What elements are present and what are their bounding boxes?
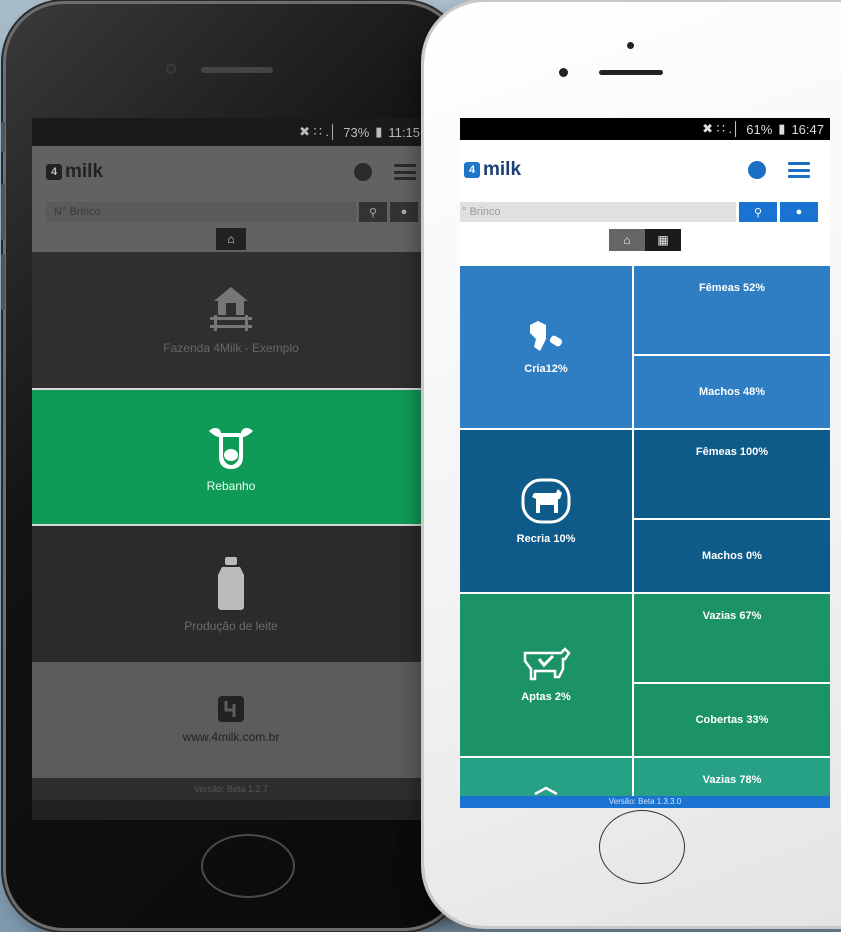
clock: 16:47 <box>791 121 824 137</box>
version-label: Versão: Beta 1.2.7 <box>32 778 430 800</box>
mute-switch <box>1 122 5 152</box>
tile-herd[interactable]: Rebanho <box>32 388 430 526</box>
earpiece-speaker <box>599 70 663 75</box>
app-header: 4 milk <box>460 140 830 200</box>
battery-icon: ▮ <box>778 121 786 136</box>
logo-text: milk <box>65 161 104 182</box>
battery-percent: 61% <box>746 121 773 137</box>
version-label: Versão: Beta 1.3.3.0 <box>460 796 830 808</box>
subcategory-machos[interactable]: Machos 48% <box>634 356 830 428</box>
milk-can-icon <box>218 557 244 610</box>
category-recria[interactable]: Recria 10% <box>460 430 634 592</box>
tile-label: Produção de leite <box>184 619 278 633</box>
category-label: Cria12% <box>524 363 568 375</box>
battery-icon: ▮ <box>375 124 383 139</box>
category-row-recria: Recria 10% Fêmeas 100% Machos 0% <box>460 430 830 594</box>
globe-icon[interactable] <box>748 161 766 179</box>
front-camera <box>559 68 568 77</box>
tile-farm[interactable]: Fazenda 4Milk - Exemplo <box>32 252 430 388</box>
search-icon[interactable]: ⚲ <box>359 202 387 222</box>
subcategory-cobertas[interactable]: Cobertas 33% <box>634 684 830 756</box>
cow-head-icon <box>209 427 253 469</box>
category-row-cria: Cria12% Fêmeas 52% Machos 48% <box>460 266 830 430</box>
tile-milk-production[interactable]: Produção de leite <box>32 526 430 662</box>
category-row-aptas: Aptas 2% Vazias 67% Cobertas 33% <box>460 594 830 758</box>
young-cow-icon <box>521 478 571 524</box>
search-bar: ° Brinco ⚲ ● <box>460 200 830 224</box>
search-input[interactable]: N° Brinco <box>46 202 356 222</box>
search-bar: N° Brinco ⚲ ● <box>32 198 430 226</box>
cow-icon <box>534 786 558 796</box>
category-label: Aptas 2% <box>521 691 571 703</box>
subcategory-machos[interactable]: Machos 0% <box>634 520 830 592</box>
category-aptas[interactable]: Aptas 2% <box>460 594 634 756</box>
tile-label: Fazenda 4Milk - Exemplo <box>163 341 299 355</box>
website-link[interactable]: www.4milk.com.br <box>183 730 280 744</box>
globe-icon[interactable] <box>354 163 372 181</box>
status-icons: ✖ ∷ .│ <box>299 124 338 139</box>
category-label: Recria 10% <box>516 533 576 545</box>
hamburger-menu-icon[interactable] <box>394 164 416 180</box>
hamburger-menu-icon[interactable] <box>788 162 810 178</box>
subcategory-femeas[interactable]: Fêmeas 52% <box>634 266 830 356</box>
4milk-logo-icon <box>218 696 244 722</box>
clock: 11:15 <box>388 124 420 140</box>
home-tab-bar: ⌂ <box>32 226 430 252</box>
battery-percent: 73% <box>343 124 370 140</box>
microphone-icon[interactable]: ● <box>780 202 818 222</box>
home-icon[interactable]: ⌂ <box>216 228 246 250</box>
logo-mark-icon: 4 <box>46 164 62 180</box>
proximity-sensor <box>627 42 634 49</box>
herd-category-grid: Cria12% Fêmeas 52% Machos 48% Recria 10%… <box>460 266 830 808</box>
app-logo[interactable]: 4 milk <box>46 161 103 183</box>
logo-text: milk <box>483 159 522 180</box>
home-button[interactable] <box>201 834 295 898</box>
view-mode-bar: ⌂ ▦ <box>460 224 830 256</box>
status-icons: ✖ ∷ .│ <box>702 121 741 136</box>
volume-down-button <box>1 254 5 310</box>
subcategory-vazias[interactable]: Vazias 67% <box>634 594 830 684</box>
microphone-icon[interactable]: ● <box>390 202 418 222</box>
calf-bottle-icon <box>530 321 563 351</box>
earpiece-speaker <box>201 67 273 73</box>
subcategory-femeas[interactable]: Fêmeas 100% <box>634 430 830 520</box>
volume-up-button <box>1 184 5 240</box>
grid-view-icon[interactable]: ▦ <box>645 229 681 251</box>
farm-house-icon <box>210 287 252 331</box>
search-icon[interactable]: ⚲ <box>739 202 777 222</box>
category-cria[interactable]: Cria12% <box>460 266 634 428</box>
cow-check-icon <box>523 647 571 681</box>
home-button[interactable] <box>599 810 685 884</box>
left-phone-screen: ✖ ∷ .│ 73% ▮ 11:15 4 milk N° Brinco ⚲ ● … <box>32 118 430 820</box>
search-input[interactable]: ° Brinco <box>460 202 736 222</box>
front-camera <box>166 64 176 74</box>
tile-label: Rebanho <box>206 479 256 493</box>
status-bar: ✖ ∷ .│ 61% ▮ 16:47 <box>460 118 830 140</box>
home-icon[interactable]: ⌂ <box>609 229 645 251</box>
tile-website[interactable]: www.4milk.com.br <box>32 662 430 778</box>
app-header: 4 milk <box>32 146 430 198</box>
logo-mark-icon: 4 <box>464 162 480 178</box>
app-logo[interactable]: 4 milk <box>464 159 521 181</box>
right-phone-screen: ✖ ∷ .│ 61% ▮ 16:47 4 milk ° Brinco ⚲ ● ⌂… <box>460 118 830 808</box>
status-bar: ✖ ∷ .│ 73% ▮ 11:15 <box>32 118 430 146</box>
